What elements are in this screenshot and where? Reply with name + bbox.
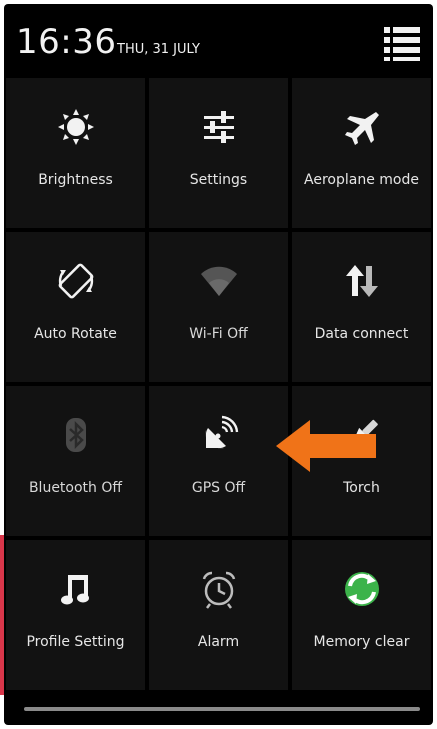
tile-label: Settings (189, 172, 248, 188)
tile-label: Wi-Fi Off (189, 326, 248, 342)
settings-sliders-icon (198, 106, 240, 148)
tile-settings[interactable]: Settings (149, 78, 288, 228)
tile-aeroplane-mode[interactable]: Aeroplane mode (292, 78, 431, 228)
airplane-icon (341, 106, 383, 148)
alarm-clock-icon (198, 568, 240, 610)
rotate-icon (55, 260, 97, 302)
clock-time: 16:36 (16, 22, 117, 62)
tile-alarm[interactable]: Alarm (149, 540, 288, 690)
gps-satellite-icon (198, 414, 240, 456)
bluetooth-icon (55, 414, 97, 456)
status-bar: 16:36 THU, 31 JULY (4, 4, 433, 76)
tile-label: Aeroplane mode (304, 172, 419, 188)
wifi-icon (198, 260, 240, 302)
tile-data-connect[interactable]: Data connect (292, 232, 431, 382)
quick-settings-panel: 16:36 THU, 31 JULY Brightness Settings A… (4, 4, 433, 725)
tile-brightness[interactable]: Brightness (6, 78, 145, 228)
tile-gps[interactable]: GPS Off (149, 386, 288, 536)
tile-bluetooth[interactable]: Bluetooth Off (6, 386, 145, 536)
music-note-icon (55, 568, 97, 610)
data-arrows-icon (341, 260, 383, 302)
tile-label: Profile Setting (26, 634, 125, 650)
list-menu-icon[interactable] (380, 22, 424, 66)
tile-label: Bluetooth Off (28, 480, 123, 496)
tile-label: Brightness (38, 172, 113, 188)
tile-label: Torch (343, 480, 380, 496)
tile-profile-setting[interactable]: Profile Setting (6, 540, 145, 690)
tile-label: Alarm (197, 634, 240, 650)
tile-label: Memory clear (313, 634, 410, 650)
tile-auto-rotate[interactable]: Auto Rotate (6, 232, 145, 382)
memory-clear-icon (341, 568, 383, 610)
orange-arrow-icon (276, 418, 376, 474)
clock-date: THU, 31 JULY (117, 42, 200, 57)
tile-label: Data connect (314, 326, 409, 342)
tile-wifi[interactable]: Wi-Fi Off (149, 232, 288, 382)
tile-label: Auto Rotate (34, 326, 117, 342)
quick-settings-grid: Brightness Settings Aeroplane mode Auto … (4, 76, 433, 692)
brightness-icon (55, 106, 97, 148)
tile-label: GPS Off (191, 480, 246, 496)
tile-memory-clear[interactable]: Memory clear (292, 540, 431, 690)
drag-handle[interactable] (24, 707, 420, 711)
